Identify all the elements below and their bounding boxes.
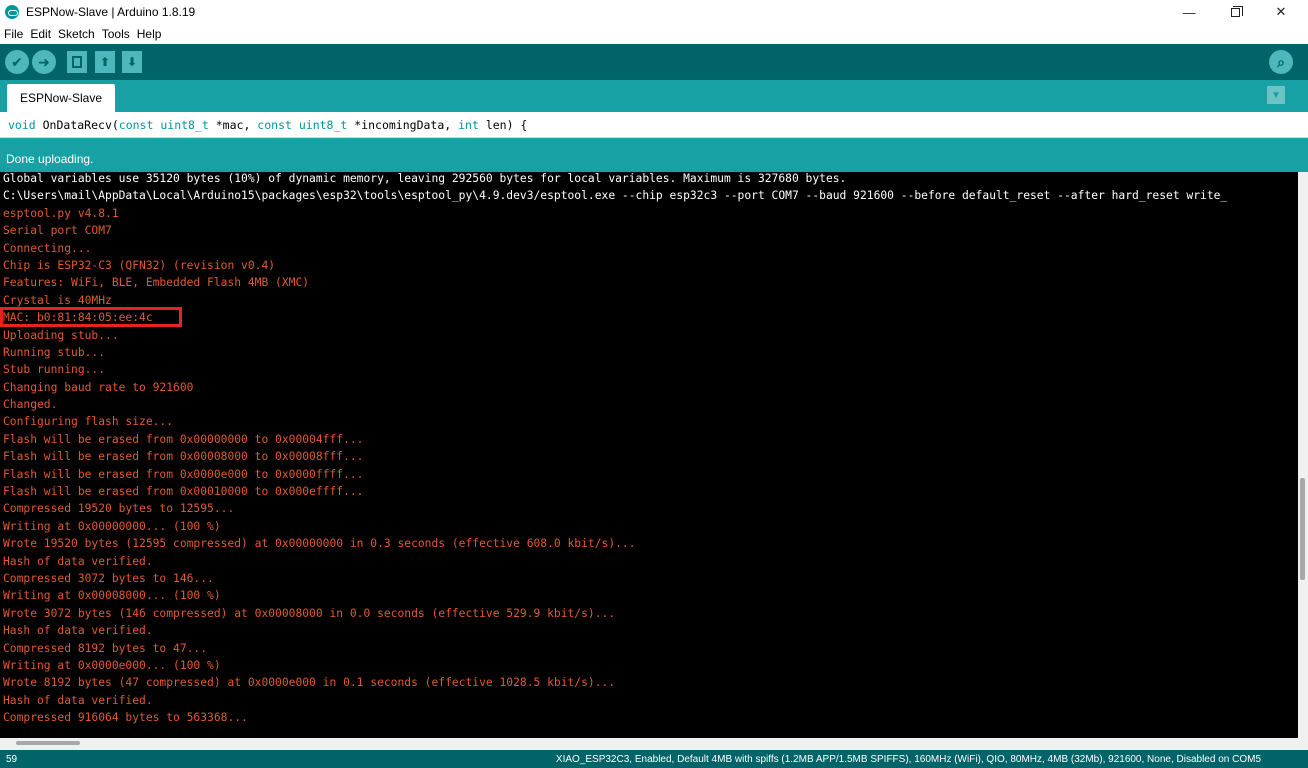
console-line: esptool.py v4.8.1 xyxy=(3,206,119,220)
upload-button[interactable]: ➜ xyxy=(32,50,56,74)
console-line: Compressed 3072 bytes to 146... xyxy=(3,571,214,585)
console-line: Flash will be erased from 0x00010000 to … xyxy=(3,485,364,499)
code-keyword: uint8_t xyxy=(298,118,348,132)
arduino-logo-icon xyxy=(5,5,19,19)
menu-bar: File Edit Sketch Tools Help xyxy=(0,24,1308,44)
console-horizontal-scrollbar[interactable] xyxy=(0,738,1308,750)
scrollbar-thumb[interactable] xyxy=(16,741,80,745)
console-line: Changed. xyxy=(3,398,58,412)
magnifier-icon: ⌕ xyxy=(1277,53,1285,70)
title-bar: ESPNow-Slave | Arduino 1.8.19 — ✕ xyxy=(0,0,1308,24)
console-line: Hash of data verified. xyxy=(3,624,153,638)
open-button[interactable]: ⬆ xyxy=(95,51,115,73)
console-line: Wrote 19520 bytes (12595 compressed) at … xyxy=(3,537,636,551)
console-line: Serial port COM7 xyxy=(3,224,112,238)
mac-address-highlight xyxy=(0,307,182,327)
console-line: Flash will be erased from 0x00008000 to … xyxy=(3,450,364,464)
toolbar: ✔ ➜ ⬆ ⬇ ⌕ xyxy=(0,44,1308,80)
tab-menu-button[interactable]: ▼ xyxy=(1267,86,1285,104)
code-line: void OnDataRecv(const uint8_t *mac, cons… xyxy=(8,118,527,132)
menu-tools[interactable]: Tools xyxy=(102,27,130,41)
menu-sketch[interactable]: Sketch xyxy=(58,27,95,41)
console-line: MAC: b0:81:84:05:ee:4c xyxy=(3,311,153,325)
minimize-button[interactable]: — xyxy=(1166,0,1212,24)
status-bar: Done uploading. xyxy=(0,138,1308,172)
console-line: Global variables use 35120 bytes (10%) o… xyxy=(3,172,847,185)
save-button[interactable]: ⬇ xyxy=(122,51,142,73)
console-line: Wrote 3072 bytes (146 compressed) at 0x0… xyxy=(3,606,616,620)
console-line: Wrote 8192 bytes (47 compressed) at 0x00… xyxy=(3,676,616,690)
code-editor[interactable]: void OnDataRecv(const uint8_t *mac, cons… xyxy=(0,112,1308,138)
close-button[interactable]: ✕ xyxy=(1258,0,1304,24)
console-vertical-scrollbar[interactable] xyxy=(1298,172,1308,738)
code-text: OnDataRecv( xyxy=(35,118,119,132)
arrow-down-icon: ⬇ xyxy=(126,55,138,69)
menu-file[interactable]: File xyxy=(4,27,23,41)
board-info: XIAO_ESP32C3, Enabled, Default 4MB with … xyxy=(555,754,1261,765)
console-line: Writing at 0x00008000... (100 %) xyxy=(3,589,221,603)
console-line: Hash of data verified. xyxy=(3,554,153,568)
code-keyword: uint8_t xyxy=(160,118,209,132)
code-keyword: const xyxy=(257,118,292,132)
code-keyword: int xyxy=(458,118,479,132)
check-icon: ✔ xyxy=(11,53,23,70)
console-line: Changing baud rate to 921600 xyxy=(3,380,194,394)
console-line: Hash of data verified. xyxy=(3,693,153,707)
console-line: Configuring flash size... xyxy=(3,415,174,429)
console-line: Flash will be erased from 0x00000000 to … xyxy=(3,432,364,446)
console-line: Chip is ESP32-C3 (QFN32) (revision v0.4) xyxy=(3,258,276,272)
window-title: ESPNow-Slave | Arduino 1.8.19 xyxy=(26,5,196,19)
console-line: Writing at 0x0000e000... (100 %) xyxy=(3,658,221,672)
code-keyword: const xyxy=(118,118,154,132)
code-text: *incomingData, xyxy=(347,118,459,132)
restore-icon xyxy=(1230,5,1243,17)
scrollbar-thumb[interactable] xyxy=(1300,478,1305,580)
menu-edit[interactable]: Edit xyxy=(30,27,51,41)
status-message: Done uploading. xyxy=(6,152,94,166)
console-line: Compressed 8192 bytes to 47... xyxy=(3,641,208,655)
console-line: Features: WiFi, BLE, Embedded Flash 4MB … xyxy=(3,276,310,290)
maximize-button[interactable] xyxy=(1212,0,1258,24)
page-icon xyxy=(72,56,82,68)
tab-bar: ESPNow-Slave ▼ xyxy=(0,80,1308,112)
triangle-down-icon: ▼ xyxy=(1271,89,1281,101)
arrow-right-icon: ➜ xyxy=(38,53,50,70)
menu-help[interactable]: Help xyxy=(137,27,162,41)
arrow-up-icon: ⬆ xyxy=(99,55,111,69)
console-line: Compressed 19520 bytes to 12595... xyxy=(3,502,235,516)
bottom-status-bar: 59 XIAO_ESP32C3, Enabled, Default 4MB wi… xyxy=(0,750,1308,768)
console-line: Crystal is 40MHz xyxy=(3,293,112,307)
console-lines: Global variables use 35120 bytes (10%) o… xyxy=(3,172,1227,727)
console-line: Writing at 0x00000000... (100 %) xyxy=(3,519,221,533)
serial-monitor-button[interactable]: ⌕ xyxy=(1269,50,1293,74)
code-keyword: void xyxy=(8,118,36,132)
code-text: *mac, xyxy=(208,118,258,132)
console-line: Flash will be erased from 0x0000e000 to … xyxy=(3,467,364,481)
console-output[interactable]: Global variables use 35120 bytes (10%) o… xyxy=(0,172,1298,738)
console-line: C:\Users\mail\AppData\Local\Arduino15\pa… xyxy=(3,189,1228,203)
console-line: Uploading stub... xyxy=(3,328,119,342)
verify-button[interactable]: ✔ xyxy=(5,50,29,74)
console-line: Connecting... xyxy=(3,241,92,255)
line-number: 59 xyxy=(6,754,18,765)
console-line: Stub running... xyxy=(3,363,106,377)
console-line: Compressed 916064 bytes to 563368... xyxy=(3,711,248,725)
console-line: Running stub... xyxy=(3,345,106,359)
code-text: len) { xyxy=(478,118,528,132)
tab-espnow-slave[interactable]: ESPNow-Slave xyxy=(7,84,115,112)
new-button[interactable] xyxy=(67,51,87,73)
